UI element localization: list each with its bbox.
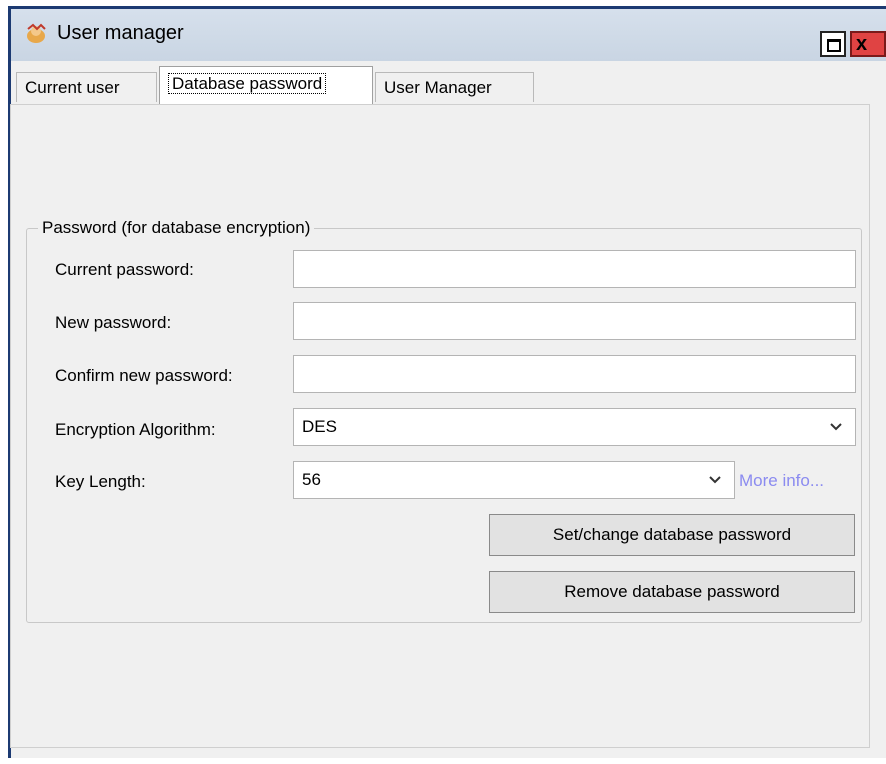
tab-user-manager[interactable]: User Manager	[375, 72, 534, 102]
current-password-input[interactable]	[293, 250, 856, 288]
tab-strip: Current user Database password User Mana…	[8, 66, 868, 106]
current-password-label: Current password:	[55, 260, 194, 279]
close-icon: x	[856, 33, 868, 55]
key-length-select[interactable]: 56	[293, 461, 735, 499]
new-password-label: New password:	[55, 313, 172, 332]
chevron-down-icon	[830, 423, 842, 431]
tab-label: User Manager	[384, 78, 492, 97]
new-password-input[interactable]	[293, 302, 856, 340]
tab-database-password[interactable]: Database password	[159, 66, 373, 104]
set-change-password-button[interactable]: Set/change database password	[489, 514, 855, 556]
remove-password-button[interactable]: Remove database password	[489, 571, 855, 613]
key-length-value: 56	[302, 470, 321, 489]
window-title: User manager	[57, 22, 184, 44]
confirm-password-label: Confirm new password:	[55, 366, 233, 385]
encryption-algorithm-label: Encryption Algorithm:	[55, 420, 216, 439]
maximize-button[interactable]	[820, 31, 846, 57]
chevron-down-icon	[709, 476, 721, 484]
confirm-password-input[interactable]	[293, 355, 856, 393]
close-button[interactable]: x	[850, 31, 886, 57]
groupbox-legend: Password (for database encryption)	[38, 218, 315, 238]
user-manager-icon	[27, 23, 46, 43]
more-info-link[interactable]: More info...	[739, 471, 824, 491]
key-length-label: Key Length:	[55, 472, 146, 491]
tab-label: Current user	[25, 78, 120, 97]
tab-panel: Password (for database encryption) Curre…	[10, 104, 870, 748]
titlebar[interactable]: User manager x	[11, 9, 886, 61]
tab-current-user[interactable]: Current user	[16, 72, 157, 102]
encryption-algorithm-value: DES	[302, 417, 337, 436]
tab-label: Database password	[168, 73, 327, 94]
encryption-algorithm-select[interactable]: DES	[293, 408, 856, 446]
